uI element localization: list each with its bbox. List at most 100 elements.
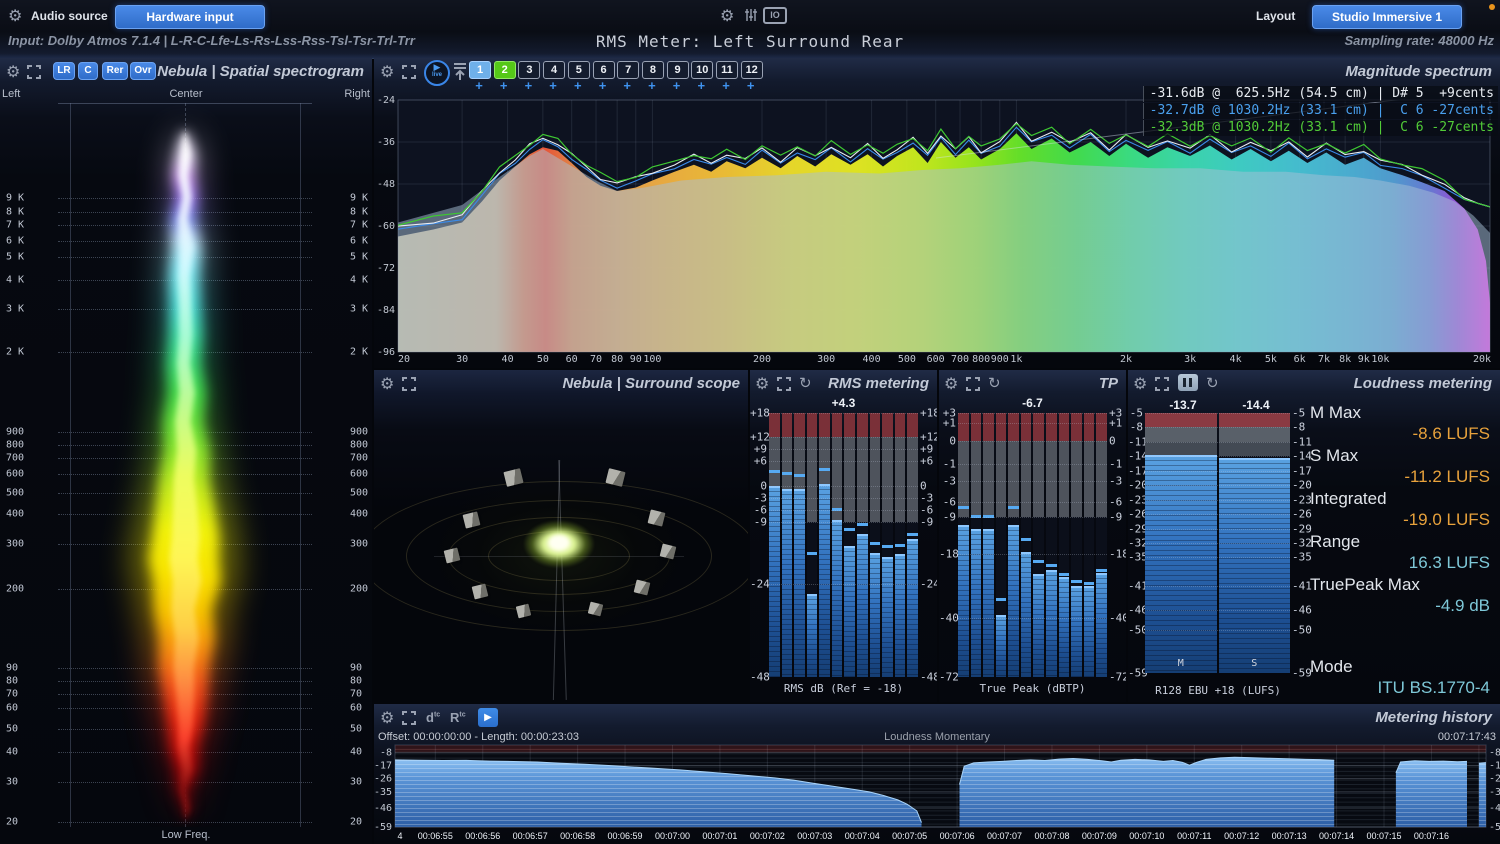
meter-zone <box>1033 441 1044 517</box>
loudness-reset-icon[interactable]: ↻ <box>1206 374 1219 392</box>
meter-column <box>983 413 994 677</box>
meter-scale-line <box>1145 471 1290 472</box>
meter-bar-cap <box>1084 586 1095 588</box>
spatial-lr-button[interactable]: LR <box>53 62 75 80</box>
meter-column <box>895 413 906 677</box>
meter-peak-hold <box>1071 580 1082 583</box>
meter-peak-hold <box>782 472 793 475</box>
svg-text:40: 40 <box>502 354 514 365</box>
tp-scale-left: +3+10-1-3-6-9-18-40-72 <box>939 413 956 677</box>
svg-text:1k: 1k <box>1010 354 1022 365</box>
loudness-m-value: -13.7 <box>1148 398 1218 412</box>
spatial-expand-icon[interactable] <box>27 65 41 79</box>
meter-bar-fill <box>996 615 1007 677</box>
spatial-ovr-button[interactable]: Ovr <box>130 62 156 80</box>
readout-line-2: -32.7dB @ 1030.2Hz (33.1 cm) | C 6 -27ce… <box>1143 103 1498 119</box>
history-time-label: 00:07:08 <box>1034 831 1069 841</box>
meter-scale-line <box>958 481 1107 482</box>
meter-zone <box>996 413 1007 441</box>
rms-reset-icon[interactable]: ↻ <box>799 374 812 392</box>
meter-scale-label: -8 <box>1292 421 1312 434</box>
meter-scale-label: -40 <box>1109 611 1126 624</box>
svg-text:300: 300 <box>817 354 835 365</box>
meter-scale-label: -6 <box>1109 496 1126 509</box>
tp-gear-icon[interactable]: ⚙ <box>944 374 958 394</box>
spatial-rer-button[interactable]: Rer <box>102 62 128 80</box>
history-graph[interactable]: -8-8-17-17-26-26-35-35-46-46-59-59400:06… <box>374 704 1500 844</box>
loudness-gear-icon[interactable]: ⚙ <box>1133 374 1147 394</box>
svg-text:-17: -17 <box>1489 761 1500 772</box>
meter-scale-line <box>769 510 918 511</box>
meter-scale-label: -29 <box>1128 522 1143 535</box>
svg-text:200: 200 <box>753 354 771 365</box>
meter-scale-label: -26 <box>1128 508 1143 521</box>
meter-bar-cap <box>1071 586 1082 588</box>
meter-scale-label: 0 <box>1109 435 1126 448</box>
hardware-input-button[interactable]: Hardware input <box>115 5 265 29</box>
svg-text:-17: -17 <box>374 761 392 772</box>
meter-zone <box>895 413 906 437</box>
meter-peak-hold <box>895 544 906 547</box>
meter-scale-label: -14 <box>1292 450 1312 463</box>
settings-gear-icon[interactable]: ⚙ <box>720 6 734 26</box>
meter-scale-label: -50 <box>1292 623 1312 636</box>
meter-scale-line <box>1145 442 1290 443</box>
meter-column <box>907 413 918 677</box>
meter-zone <box>1021 413 1032 441</box>
meter-scale-label: -17 <box>1128 464 1143 477</box>
audio-source-gear-icon[interactable]: ⚙ <box>8 6 22 26</box>
spatial-c-button[interactable]: C <box>78 62 98 80</box>
status-dot <box>1489 4 1495 10</box>
svg-text:-26: -26 <box>1489 774 1500 785</box>
meter-column <box>857 413 868 677</box>
io-icon[interactable]: IO <box>763 7 787 24</box>
window-title: RMS Meter: Left Surround Rear <box>420 32 1080 51</box>
scope-scene[interactable] <box>374 370 748 702</box>
svg-text:50: 50 <box>537 354 549 365</box>
meter-scale-label: +9 <box>920 443 937 456</box>
tp-reset-icon[interactable]: ↻ <box>988 374 1001 392</box>
stat-label: M Max <box>1310 402 1490 423</box>
stat-value: ITU BS.1770-4 <box>1310 677 1490 698</box>
meter-column <box>1033 413 1044 677</box>
tp-header: ⚙ ↻ TP <box>939 370 1126 398</box>
mixer-sliders-icon[interactable] <box>744 8 758 22</box>
tp-expand-icon[interactable] <box>966 377 980 391</box>
meter-scale-line <box>1145 543 1290 544</box>
meter-scale-line <box>958 502 1107 503</box>
meter-scale-label: -59 <box>1292 667 1312 680</box>
meter-bars <box>769 413 918 677</box>
meter-bar-fill <box>1084 586 1095 677</box>
meter-scale-line <box>1145 630 1290 631</box>
meter-scale-line <box>958 423 1107 424</box>
meter-scale-label: +18 <box>750 407 767 420</box>
meter-zone <box>870 413 881 437</box>
meter-peak-hold <box>1008 506 1019 509</box>
meter-scale-label: -1 <box>1109 457 1126 470</box>
meter-zone <box>1145 413 1217 427</box>
svg-text:-46: -46 <box>374 803 392 814</box>
spatial-plot[interactable]: 9 K9 K8 K8 K7 K7 K6 K6 K5 K5 K4 K4 K3 K3… <box>0 103 372 827</box>
meter-scale-label: -9 <box>920 516 937 529</box>
meter-bar-fill <box>857 534 868 677</box>
meter-scale-label: -32 <box>1292 537 1312 550</box>
meter-scale-label: -9 <box>939 511 956 524</box>
meter-scale-line <box>769 437 918 438</box>
layout-preset-button[interactable]: Studio Immersive 1 <box>1312 5 1462 29</box>
meter-zone <box>907 413 918 437</box>
meter-bar-cap <box>1219 458 1291 460</box>
svg-text:-46: -46 <box>1489 803 1500 814</box>
meter-peak-hold <box>794 474 805 477</box>
rms-expand-icon[interactable] <box>777 377 791 391</box>
rms-gear-icon[interactable]: ⚙ <box>755 374 769 394</box>
meter-zone <box>1145 427 1217 441</box>
svg-text:3k: 3k <box>1184 354 1196 365</box>
spatial-gear-icon[interactable]: ⚙ <box>6 62 20 82</box>
svg-text:-48: -48 <box>377 179 395 190</box>
meter-zone <box>857 413 868 437</box>
loudness-expand-icon[interactable] <box>1155 377 1169 391</box>
meter-bar-fill <box>832 520 843 677</box>
meter-scale-label: +1 <box>1109 417 1126 430</box>
meter-peak-hold <box>1096 569 1107 572</box>
loudness-pause-button[interactable] <box>1178 374 1198 391</box>
